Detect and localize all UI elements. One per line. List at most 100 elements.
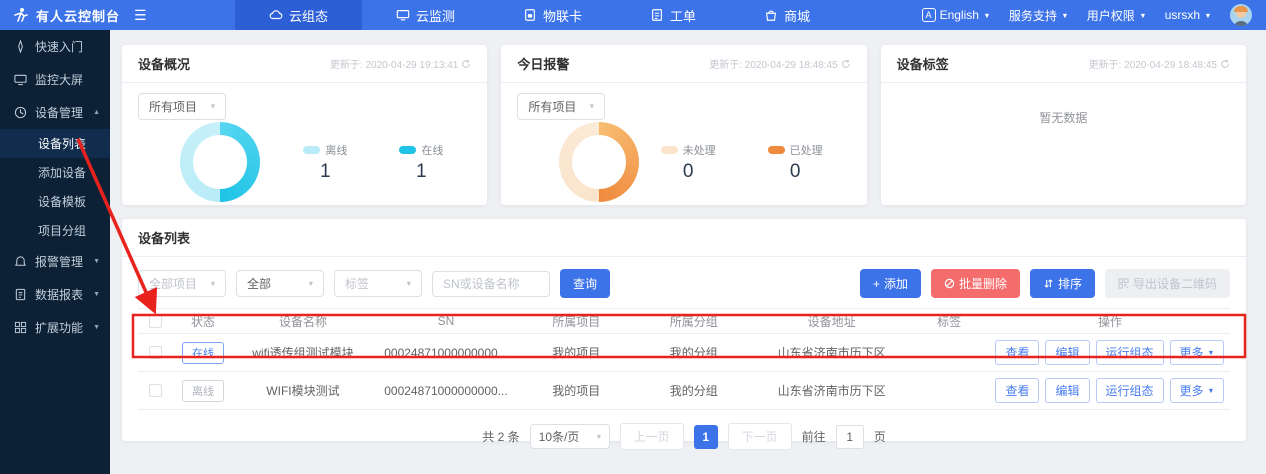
prev-page-button[interactable]: 上一页 bbox=[620, 423, 684, 450]
legend-label: 在线 bbox=[421, 142, 443, 158]
sidebar-item-extend-func[interactable]: 扩展功能 ▼ bbox=[0, 311, 110, 344]
sidebar-item-alarm-manage[interactable]: 报警管理 ▼ bbox=[0, 245, 110, 278]
legend-value: 1 bbox=[399, 161, 443, 183]
refresh-icon[interactable] bbox=[1220, 59, 1230, 69]
chevron-down-icon: ▼ bbox=[1207, 386, 1214, 394]
sidebar-item-add-device[interactable]: 添加设备 bbox=[0, 158, 110, 187]
sidebar-item-device-list[interactable]: 设备列表 bbox=[0, 129, 110, 158]
legend-offline: 离线 1 bbox=[303, 142, 347, 183]
edit-button[interactable]: 编辑 bbox=[1045, 340, 1089, 365]
chevron-down-icon: ▼ bbox=[93, 258, 100, 265]
button-label: 更多 bbox=[1180, 344, 1204, 361]
compass-icon bbox=[14, 40, 27, 53]
sidebar-item-quick-start[interactable]: 快速入门 bbox=[0, 30, 110, 63]
menu-toggle-icon[interactable]: ☰ bbox=[134, 8, 147, 22]
view-button[interactable]: 查看 bbox=[995, 378, 1039, 403]
chevron-up-icon: ▲ bbox=[93, 109, 100, 116]
select-value: 全部 bbox=[247, 275, 271, 292]
apps-grid-icon bbox=[14, 321, 27, 334]
filter-row: 全部项目 ▼ 全部 ▼ 标签 ▼ 查询 + 添加 批量删除 bbox=[122, 257, 1246, 308]
device-project: 我的项目 bbox=[520, 382, 632, 399]
sidebar-item-monitor-screen[interactable]: 监控大屏 bbox=[0, 63, 110, 96]
card-title: 设备概况 bbox=[138, 54, 190, 73]
tab-cloud-monitor[interactable]: 云监测 bbox=[362, 0, 489, 30]
tab-label: 工单 bbox=[670, 6, 696, 25]
device-name: WIFI模块测试 bbox=[234, 382, 372, 399]
work-order-icon bbox=[650, 8, 664, 22]
project-filter-select[interactable]: 全部项目 ▼ bbox=[138, 270, 226, 297]
sidebar: 快速入门 监控大屏 设备管理 ▲ 设备列表 添加设备 设备模板 项目分组 报警管… bbox=[0, 30, 110, 474]
project-filter-select[interactable]: 所有项目 ▼ bbox=[517, 93, 605, 120]
goto-label: 前往 bbox=[802, 428, 826, 445]
device-tags-card: 设备标签 更新于: 2020-04-29 18:48:45 暂无数据 bbox=[881, 45, 1246, 205]
table-actions: + 添加 批量删除 排序 导出设备二维码 bbox=[860, 269, 1230, 298]
tab-mall[interactable]: 商城 bbox=[730, 0, 844, 30]
run-config-button[interactable]: 运行组态 bbox=[1096, 378, 1164, 403]
sidebar-label: 设备列表 bbox=[38, 135, 86, 152]
updated-timestamp: 更新于: 2020-04-29 18:48:45 bbox=[709, 56, 850, 71]
view-button[interactable]: 查看 bbox=[995, 340, 1039, 365]
more-button[interactable]: 更多▼ bbox=[1170, 340, 1225, 365]
export-qr-button[interactable]: 导出设备二维码 bbox=[1105, 269, 1230, 298]
status-filter-select[interactable]: 全部 ▼ bbox=[236, 270, 324, 297]
tab-work-order[interactable]: 工单 bbox=[616, 0, 730, 30]
top-navbar: 有人云控制台 ☰ 云组态 云监测 物联卡 工单 商城 A English ▼ bbox=[0, 0, 1266, 30]
device-table: 状态 设备名称 SN 所属项目 所属分组 设备地址 标签 操作 在线 wifi透… bbox=[122, 308, 1246, 410]
report-icon bbox=[14, 288, 27, 301]
add-button[interactable]: + 添加 bbox=[860, 269, 921, 298]
status-badge: 在线 bbox=[182, 342, 224, 364]
current-page-button[interactable]: 1 bbox=[694, 425, 718, 449]
user-menu[interactable]: usrsxh ▼ bbox=[1165, 8, 1212, 22]
empty-data-text: 暂无数据 bbox=[897, 93, 1230, 126]
project-filter-select[interactable]: 所有项目 ▼ bbox=[138, 93, 226, 120]
language-switcher[interactable]: A English ▼ bbox=[922, 8, 991, 22]
sort-button[interactable]: 排序 bbox=[1030, 269, 1095, 298]
refresh-icon[interactable] bbox=[461, 59, 471, 69]
chevron-down-icon: ▼ bbox=[209, 279, 216, 287]
tab-label: 商城 bbox=[784, 6, 810, 25]
tab-iot-card[interactable]: 物联卡 bbox=[489, 0, 616, 30]
overview-cards-row: 设备概况 更新于: 2020-04-29 19:13:41 所有项目 ▼ 离线 bbox=[122, 45, 1246, 205]
support-label: 服务支持 bbox=[1009, 7, 1057, 24]
refresh-icon[interactable] bbox=[841, 59, 851, 69]
select-value: 10条/页 bbox=[539, 428, 580, 445]
device-address: 山东省济南市历下区 bbox=[755, 344, 908, 361]
chevron-down-icon: ▼ bbox=[93, 291, 100, 298]
sidebar-item-device-manage[interactable]: 设备管理 ▲ bbox=[0, 96, 110, 129]
tag-filter-select[interactable]: 标签 ▼ bbox=[334, 270, 422, 297]
sidebar-label: 设备管理 bbox=[35, 104, 83, 121]
run-config-button[interactable]: 运行组态 bbox=[1096, 340, 1164, 365]
row-checkbox[interactable] bbox=[149, 346, 162, 359]
edit-button[interactable]: 编辑 bbox=[1045, 378, 1089, 403]
select-all-checkbox[interactable] bbox=[149, 315, 162, 328]
batch-delete-button[interactable]: 批量删除 bbox=[931, 269, 1020, 298]
sidebar-item-data-report[interactable]: 数据报表 ▼ bbox=[0, 278, 110, 311]
tab-cloud-config[interactable]: 云组态 bbox=[235, 0, 362, 30]
page-size-select[interactable]: 10条/页 ▼ bbox=[530, 424, 610, 449]
more-button[interactable]: 更多▼ bbox=[1170, 378, 1225, 403]
tab-label: 物联卡 bbox=[543, 6, 582, 25]
avatar[interactable] bbox=[1230, 4, 1252, 26]
chevron-down-icon: ▼ bbox=[1139, 11, 1146, 19]
chevron-down-icon: ▼ bbox=[595, 432, 602, 440]
button-label: 排序 bbox=[1058, 275, 1082, 292]
row-checkbox[interactable] bbox=[149, 384, 162, 397]
brand-area: 有人云控制台 ☰ bbox=[0, 0, 235, 30]
cloud-icon bbox=[269, 8, 283, 22]
chevron-down-icon: ▼ bbox=[93, 324, 100, 331]
next-page-button[interactable]: 下一页 bbox=[728, 423, 792, 450]
updated-text: 更新于: 2020-04-29 18:48:45 bbox=[709, 56, 837, 71]
sidebar-item-project-group[interactable]: 项目分组 bbox=[0, 216, 110, 245]
goto-page-input[interactable] bbox=[836, 425, 864, 449]
search-button[interactable]: 查询 bbox=[560, 269, 610, 298]
permissions-menu[interactable]: 用户权限 ▼ bbox=[1087, 7, 1147, 24]
search-input[interactable] bbox=[432, 271, 550, 297]
nav-tabs: 云组态 云监测 物联卡 工单 商城 bbox=[235, 0, 844, 30]
chevron-down-icon: ▼ bbox=[1061, 11, 1068, 19]
status-badge: 离线 bbox=[182, 380, 224, 402]
support-menu[interactable]: 服务支持 ▼ bbox=[1009, 7, 1069, 24]
device-list-title: 设备列表 bbox=[138, 228, 190, 247]
logo-icon bbox=[12, 7, 28, 23]
sidebar-item-device-template[interactable]: 设备模板 bbox=[0, 187, 110, 216]
sim-card-icon bbox=[523, 8, 537, 22]
